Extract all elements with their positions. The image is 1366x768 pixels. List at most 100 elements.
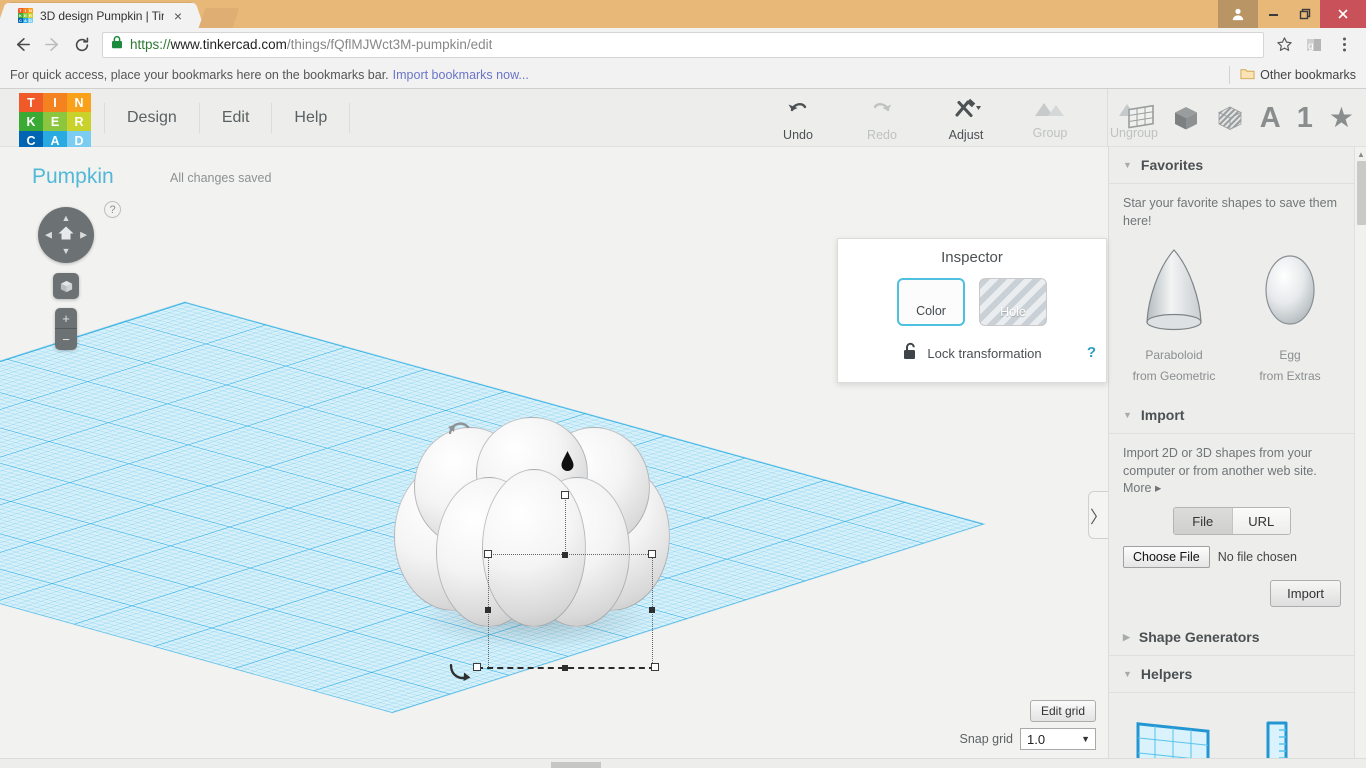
scroll-up-arrow-icon[interactable]: ▲	[1355, 147, 1366, 161]
star-icon[interactable]	[1270, 31, 1298, 59]
import-url-tab[interactable]: URL	[1232, 508, 1291, 534]
color-swatch-button[interactable]: Color	[897, 278, 965, 326]
favicon-tile: D	[28, 18, 33, 23]
workplane-grid-icon[interactable]	[1126, 104, 1156, 132]
undo-button[interactable]: Undo	[756, 89, 840, 142]
helpers-body: W Workplane mm Ruler	[1109, 693, 1355, 768]
snap-grid-row: Snap grid 1.0 ▼	[959, 728, 1096, 750]
inspector-help-icon[interactable]: ?	[1087, 344, 1096, 361]
resize-handle[interactable]	[473, 663, 481, 671]
group-icon	[1033, 98, 1067, 123]
hole-swatch-button[interactable]: Hole	[979, 278, 1047, 326]
browser-tab[interactable]: TINKERCAD 3D design Pumpkin | Tin ×	[8, 3, 193, 28]
edge-handle[interactable]	[485, 607, 491, 613]
grid-settings: Edit grid Snap grid 1.0 ▼	[959, 700, 1096, 750]
height-handle-icon[interactable]	[560, 450, 575, 477]
nav-up-arrow-icon[interactable]: ▲	[62, 214, 71, 223]
zoom-in-button[interactable]: +	[55, 308, 77, 329]
view-help-icon[interactable]: ?	[104, 201, 121, 218]
edge-handle[interactable]	[649, 607, 655, 613]
forward-arrow-icon	[38, 31, 66, 59]
resize-handle[interactable]	[651, 663, 659, 671]
import-bookmarks-link[interactable]: Import bookmarks now...	[393, 68, 529, 82]
inspector-swatches: Color Hole ?	[838, 278, 1106, 326]
chevron-down-icon: ▼	[1123, 410, 1132, 420]
import-file-tab[interactable]: File	[1174, 508, 1232, 534]
tinkercad-logo[interactable]: TINKERCAD	[19, 93, 91, 149]
tab-close-icon[interactable]: ×	[171, 9, 185, 23]
favorites-shape-row: Paraboloid from Geometric	[1123, 242, 1341, 385]
hole-cube-icon[interactable]	[1216, 104, 1244, 132]
choose-file-row: Choose File No file chosen	[1123, 546, 1341, 568]
user-avatar-icon[interactable]	[1218, 0, 1258, 28]
page-title[interactable]: Pumpkin	[32, 165, 114, 189]
open-padlock-icon	[902, 342, 918, 364]
rotate-handle-icon[interactable]	[447, 659, 473, 688]
scrollbar-thumb[interactable]	[1357, 161, 1366, 225]
other-bookmarks-button[interactable]: Other bookmarks	[1229, 66, 1356, 84]
choose-file-button[interactable]: Choose File	[1123, 546, 1210, 568]
no-file-chosen-label: No file chosen	[1218, 550, 1297, 564]
minimize-button[interactable]	[1258, 0, 1289, 28]
tinkercad-app: TINKERCAD Design Edit Help Undo	[0, 89, 1366, 768]
nav-right-arrow-icon[interactable]: ▶	[80, 231, 87, 240]
back-arrow-icon[interactable]	[8, 31, 36, 59]
home-view-icon[interactable]	[58, 226, 75, 245]
view-nav-pad[interactable]: ▲ ▼ ◀ ▶	[38, 207, 94, 263]
url-scheme: https://	[130, 37, 171, 52]
shape-source-egg: from Extras	[1239, 368, 1341, 385]
nav-left-arrow-icon[interactable]: ◀	[45, 231, 52, 240]
resize-handle[interactable]	[484, 550, 492, 558]
three-dot-menu-icon[interactable]	[1330, 31, 1358, 59]
hole-swatch-label: Hole	[1000, 305, 1026, 319]
import-more-link[interactable]: More ▸	[1123, 480, 1341, 495]
google-extension-icon[interactable]: g	[1300, 31, 1328, 59]
chevron-down-icon: ▼	[1081, 734, 1090, 744]
solid-cube-icon[interactable]	[1172, 104, 1200, 132]
section-title-import: Import	[1141, 407, 1185, 423]
sidebar-scrollbar[interactable]: ▲ ▼	[1354, 147, 1366, 768]
url-text: https://www.tinkercad.com/things/fQflMJW…	[130, 37, 492, 52]
menu-help[interactable]: Help	[272, 103, 350, 133]
section-title-shape-generators: Shape Generators	[1139, 629, 1260, 645]
selection-gizmo[interactable]	[470, 447, 670, 687]
logo-tile: E	[43, 112, 67, 131]
nav-down-arrow-icon[interactable]: ▼	[62, 247, 71, 256]
resize-handle[interactable]	[561, 491, 569, 499]
favorites-star-icon[interactable]: ★	[1329, 104, 1354, 132]
adjust-button[interactable]: Adjust	[924, 89, 1008, 142]
sidebar-collapse-toggle[interactable]: 〉	[1088, 491, 1108, 539]
maximize-restore-button[interactable]	[1289, 0, 1320, 28]
app-menu-bar: Design Edit Help	[104, 102, 350, 134]
sidebar-section-shape-generators[interactable]: ▶ Shape Generators	[1109, 619, 1355, 656]
shape-card-paraboloid[interactable]: Paraboloid from Geometric	[1123, 242, 1225, 385]
menu-edit[interactable]: Edit	[200, 103, 273, 133]
view-navigation-widget: ▲ ▼ ◀ ▶ ? + −	[38, 207, 138, 350]
lock-transformation-row[interactable]: Lock transformation	[838, 342, 1106, 364]
new-tab-button[interactable]	[199, 8, 240, 28]
zoom-out-button[interactable]: −	[55, 329, 77, 350]
sidebar-section-favorites[interactable]: ▼ Favorites	[1109, 147, 1355, 184]
sidebar-section-import[interactable]: ▼ Import	[1109, 397, 1355, 434]
redo-icon	[869, 98, 895, 125]
reload-icon[interactable]	[68, 31, 96, 59]
shape-card-egg[interactable]: Egg from Extras	[1239, 242, 1341, 385]
logo-tile: N	[67, 93, 91, 112]
secure-lock-icon	[111, 35, 123, 54]
menu-design[interactable]: Design	[104, 103, 200, 133]
address-bar[interactable]: https://www.tinkercad.com/things/fQflMJW…	[102, 32, 1264, 58]
resize-handle[interactable]	[648, 550, 656, 558]
import-button[interactable]: Import	[1270, 580, 1341, 607]
center-handle[interactable]	[562, 552, 568, 558]
sidebar-section-helpers[interactable]: ▼ Helpers	[1109, 656, 1355, 693]
zoom-controls: + −	[55, 308, 77, 350]
snap-grid-select[interactable]: 1.0 ▼	[1020, 728, 1096, 750]
rotate-handle-icon[interactable]	[446, 419, 472, 448]
text-a-icon[interactable]: A	[1260, 104, 1281, 133]
fit-view-button[interactable]	[53, 273, 79, 299]
resize-handle[interactable]	[562, 665, 568, 671]
number-one-icon[interactable]: 1	[1297, 104, 1313, 133]
logo-tile: T	[19, 93, 43, 112]
close-window-button[interactable]	[1320, 0, 1366, 28]
edit-grid-button[interactable]: Edit grid	[1030, 700, 1096, 722]
